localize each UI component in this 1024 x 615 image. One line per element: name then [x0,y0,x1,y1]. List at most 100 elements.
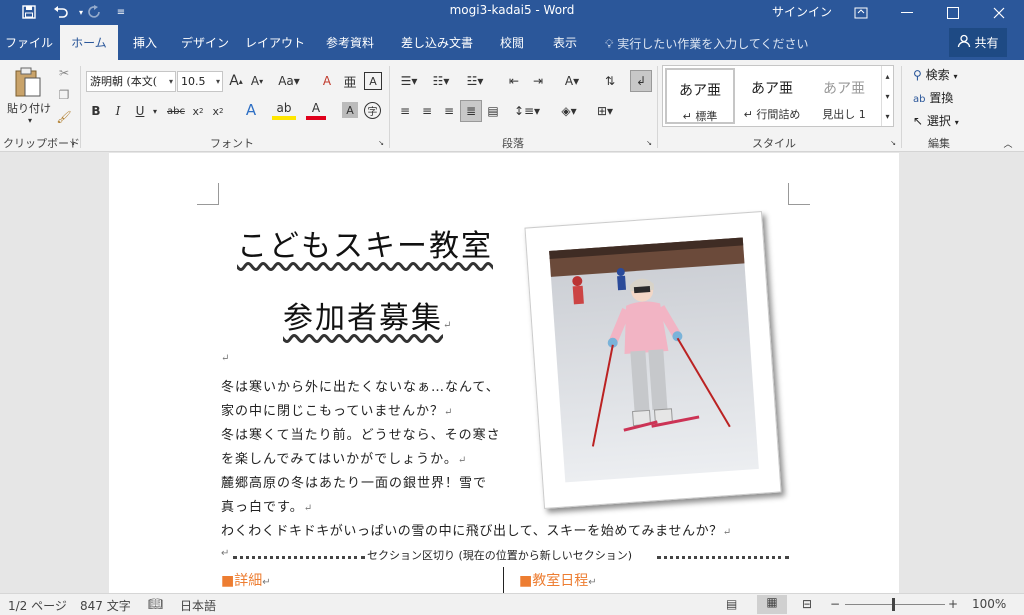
tab-layout[interactable]: レイアウト [238,25,312,60]
minimize-button[interactable] [884,0,930,25]
clear-formatting-icon[interactable]: A [318,72,336,90]
word-count[interactable]: 847 文字 [80,597,131,614]
body-line[interactable]: 冬は寒いから外に出たくないなぁ…なんて、 [221,376,500,395]
tab-home[interactable]: ホーム [60,25,118,60]
skier-photo[interactable] [524,211,782,509]
replace-button[interactable]: ab 置換 [913,89,953,106]
increase-indent-icon[interactable]: ⇥ [528,72,548,90]
zoom-out-icon[interactable]: − [830,597,840,611]
paste-dropdown-icon[interactable]: ▾ [20,115,40,125]
grow-font-icon[interactable]: A ▴ [228,72,244,90]
body-line[interactable]: 冬は寒くて当たり前。どうせなら、その寒さ [221,424,501,443]
document-title[interactable]: こどもスキー教室 [237,221,493,265]
find-button[interactable]: ⚲ 検索 ▾ [913,66,957,83]
body-line[interactable]: わくわくドキドキがいっぱいの雪の中に飛び出して、スキーを始めてみませんか？↵ [221,520,732,539]
justify-icon[interactable]: ≣ [460,100,482,122]
zoom-in-icon[interactable]: + [948,597,958,611]
body-line[interactable]: を楽しんでみてはいかがでしょうか。↵ [221,448,467,467]
body-line[interactable]: 家の中に閉じこもっていませんか？↵ [221,400,453,419]
page-indicator[interactable]: 1/2 ページ [8,597,67,614]
zoom-level[interactable]: 100% [972,597,1006,611]
paste-label[interactable]: 貼り付け [6,100,52,116]
strikethrough-icon[interactable]: abc [164,102,188,120]
phonetic-guide-icon[interactable]: 亜 [341,72,359,91]
signin-link[interactable]: サインイン [772,3,832,20]
align-center-icon[interactable]: ≡ [418,102,436,120]
maximize-button[interactable] [930,0,976,25]
proofing-icon[interactable]: 📖︎ [148,597,163,611]
change-case-icon[interactable]: Aa▾ [276,72,302,90]
print-layout-icon[interactable]: ▦ [757,595,787,614]
styles-scroll-up-icon[interactable]: ▴ [881,66,893,86]
shading-icon[interactable]: ◈▾ [556,102,582,120]
decrease-indent-icon[interactable]: ⇤ [504,72,524,90]
collapse-ribbon-icon[interactable]: ︿ [1002,138,1014,150]
line-spacing-icon[interactable]: ↕≡▾ [514,102,540,120]
align-right-icon[interactable]: ≡ [440,102,458,120]
cut-icon[interactable]: ✂ [56,65,72,81]
tab-file[interactable]: ファイル [0,25,58,60]
ribbon-display-options-icon[interactable] [838,0,884,25]
italic-icon[interactable]: I [110,102,126,120]
heading-details[interactable]: ■詳細↵ [221,570,271,590]
character-border-icon[interactable]: A [364,72,382,90]
bullets-icon[interactable]: ☰▾ [396,72,422,90]
copy-icon[interactable]: ❐ [56,87,72,103]
language-indicator[interactable]: 日本語 [180,597,216,614]
body-line[interactable]: 麓郷高原の冬はあたり一面の銀世界！雪で [221,472,487,491]
tell-me-box[interactable]: 💡︎ 実行したい作業を入力してください [605,35,809,52]
paste-icon[interactable] [10,64,46,100]
body-line[interactable]: 真っ白です。↵ [221,496,313,515]
search-icon: ⚲ [913,68,922,82]
text-effects-icon[interactable]: A [240,100,262,120]
style-heading-1[interactable]: あア亜 見出し 1 [809,68,879,124]
shrink-font-icon[interactable]: A ▾ [249,72,265,90]
heading-schedule[interactable]: ■教室日程↵ [519,570,597,590]
close-button[interactable] [976,0,1022,25]
tab-mailings[interactable]: 差し込み文書 [388,25,486,60]
font-name-combo[interactable]: 游明朝 (本文( ▾ [86,71,176,92]
bold-icon[interactable]: B [88,102,104,120]
styles-more-icon[interactable]: ▾ [881,106,893,126]
replace-icon: ab [913,94,926,105]
tab-view[interactable]: 表示 [538,25,592,60]
align-left-icon[interactable]: ≡ [396,102,414,120]
document-page[interactable]: こどもスキー教室 参加者募集↵ ↵ 冬は寒いから外に出たくないなぁ…なんて、 家… [109,153,899,593]
enclose-characters-icon[interactable]: 字 [364,102,381,119]
clipboard-launcher-icon[interactable]: ↘ [68,139,76,147]
tab-review[interactable]: 校閲 [486,25,538,60]
styles-launcher-icon[interactable]: ↘ [889,139,897,147]
multilevel-list-icon[interactable]: ☳▾ [462,72,488,90]
format-painter-icon[interactable]: 🖌︎ [56,109,72,125]
highlight-icon[interactable]: ab [272,100,296,120]
style-normal[interactable]: あア亜 ↵ 標準 [665,68,735,124]
font-color-icon[interactable]: A [306,100,326,120]
web-layout-icon[interactable]: ⊟ [802,597,812,611]
superscript-icon[interactable]: x2 [210,102,226,120]
read-mode-icon[interactable]: ▤ [726,597,737,611]
select-button[interactable]: ↖ 選択 ▾ [913,112,959,129]
font-launcher-icon[interactable]: ↘ [377,139,385,147]
document-subtitle[interactable]: 参加者募集↵ [283,293,453,337]
styles-scroll-down-icon[interactable]: ▾ [881,86,893,106]
paragraph-launcher-icon[interactable]: ↘ [645,139,653,147]
zoom-slider-thumb[interactable] [892,598,895,611]
font-size-combo[interactable]: 10.5 ▾ [177,71,223,92]
tab-design[interactable]: デザイン [172,25,238,60]
underline-icon[interactable]: U [132,102,148,120]
share-button[interactable]: 共有 [949,28,1007,57]
distributed-icon[interactable]: ▤ [484,102,502,120]
numbering-icon[interactable]: ☷▾ [428,72,454,90]
character-shading-icon[interactable]: A [342,102,358,118]
asian-layout-icon[interactable]: A▾ [560,72,584,90]
document-area[interactable]: こどもスキー教室 参加者募集↵ ↵ 冬は寒いから外に出たくないなぁ…なんて、 家… [0,153,1024,593]
zoom-slider[interactable] [845,604,945,605]
underline-dropdown-icon[interactable]: ▾ [150,102,160,120]
style-no-spacing[interactable]: あア亜 ↵ 行間詰め [737,68,807,124]
tab-references[interactable]: 参考資料 [312,25,388,60]
borders-icon[interactable]: ⊞▾ [592,102,618,120]
tab-insert[interactable]: 挿入 [118,25,172,60]
subscript-icon[interactable]: x2 [190,102,206,120]
show-formatting-marks-icon[interactable]: ↲ [630,70,652,92]
sort-icon[interactable]: ⇅ [600,72,620,90]
